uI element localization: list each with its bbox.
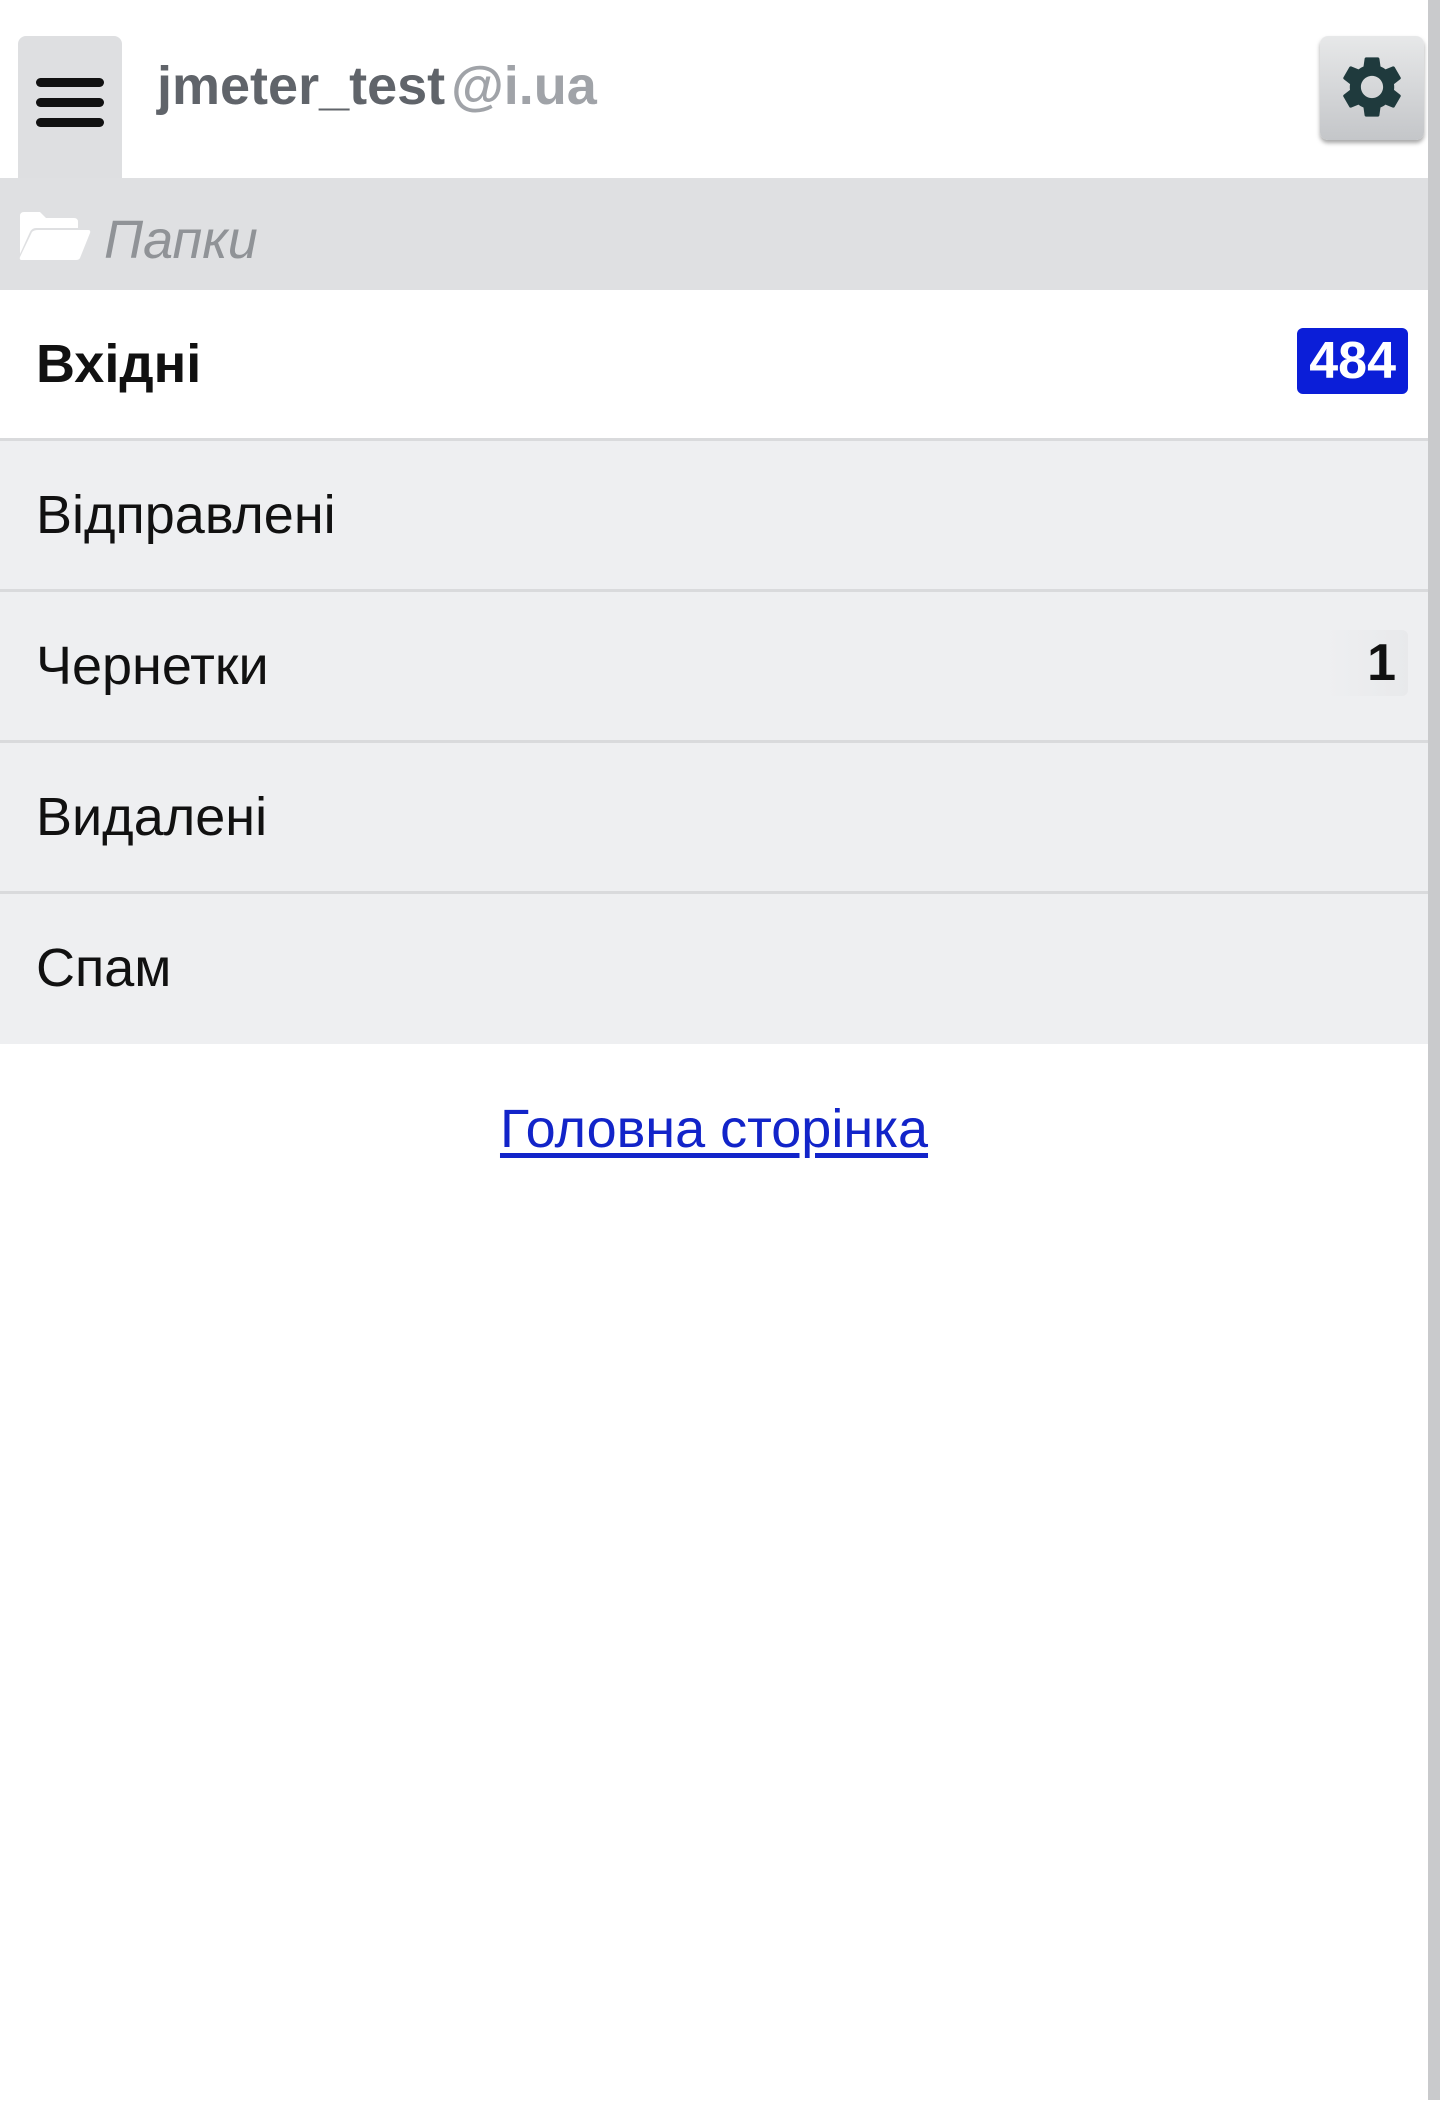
home-page-link[interactable]: Головна сторінка: [500, 1099, 928, 1159]
scrollbar[interactable]: [1428, 0, 1440, 2100]
account-domain: @i.ua: [451, 56, 597, 116]
folder-label: Видалені: [36, 787, 268, 847]
folder-item-deleted[interactable]: Видалені: [0, 743, 1428, 894]
settings-button[interactable]: [1320, 36, 1424, 140]
mail-folders-page: jmeter_test @i.ua Папки Вхідні 484 Відпра…: [0, 0, 1440, 2112]
header: jmeter_test @i.ua: [0, 0, 1428, 178]
folder-item-sent[interactable]: Відправлені: [0, 441, 1428, 592]
folder-item-inbox[interactable]: Вхідні 484: [0, 290, 1428, 441]
folder-item-spam[interactable]: Спам: [0, 894, 1428, 1044]
folder-item-drafts[interactable]: Чернетки 1: [0, 592, 1428, 743]
open-folder-icon: [19, 212, 91, 260]
folder-label: Спам: [36, 938, 172, 998]
gear-icon: [1343, 57, 1401, 117]
folders-header: Папки: [0, 178, 1428, 290]
unread-count-badge: 484: [1297, 328, 1408, 394]
folder-label: Вхідні: [36, 334, 202, 394]
account-email: jmeter_test @i.ua: [157, 54, 597, 118]
account-user: jmeter_test: [157, 56, 446, 116]
message-count-badge: 1: [1327, 630, 1408, 696]
folder-label: Чернетки: [36, 636, 269, 696]
menu-button[interactable]: [18, 36, 122, 178]
home-link-container: Головна сторінка: [0, 1093, 1428, 1165]
folders-title: Папки: [104, 210, 258, 270]
folder-label: Відправлені: [36, 485, 336, 545]
